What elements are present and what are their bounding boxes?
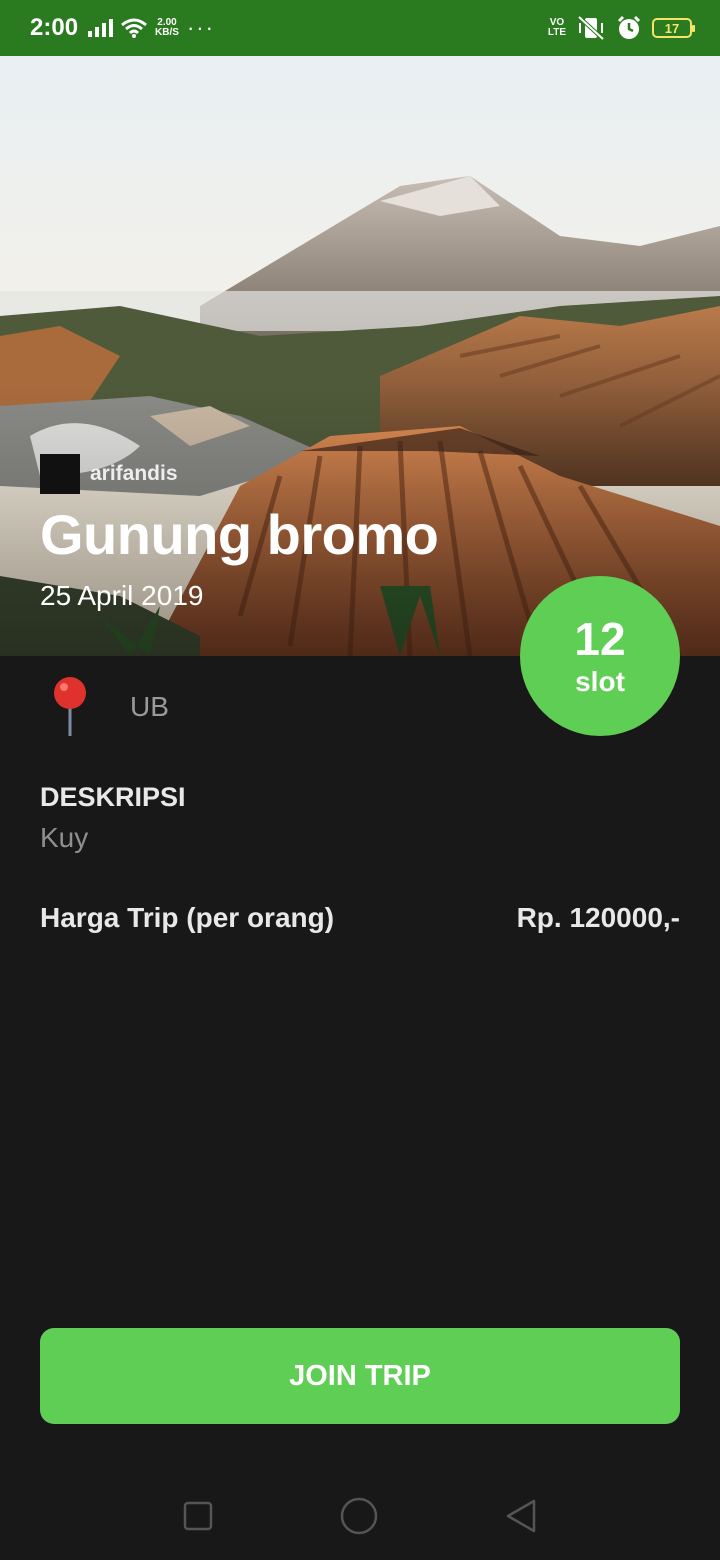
net-speed-unit: KB/S [155, 27, 179, 38]
slot-count: 12 [574, 613, 626, 665]
circle-icon[interactable] [339, 1496, 379, 1536]
battery-icon: 17 [652, 18, 695, 38]
signal-icon [88, 19, 114, 37]
price-row: Harga Trip (per orang) Rp. 120000,- [40, 902, 680, 934]
status-bar: 2:00 2.00 KB/S ··· VO LTE 17 [0, 0, 720, 56]
alarm-icon [617, 15, 641, 39]
trip-date: 25 April 2019 [40, 580, 204, 611]
volte-bottom: LTE [547, 27, 566, 38]
join-trip-button[interactable]: JOIN TRIP [40, 1328, 680, 1424]
status-left-icons: 2.00 KB/S ··· [88, 15, 215, 40]
location-row[interactable]: UB [50, 676, 169, 738]
pin-icon [54, 677, 86, 736]
volte-icon: VO LTE [548, 18, 566, 38]
system-nav-bar [0, 1472, 720, 1560]
avatar[interactable] [40, 454, 80, 494]
status-right-icons: VO LTE 17 [548, 15, 695, 41]
wifi-icon [121, 18, 148, 38]
slot-badge: 12 slot [520, 576, 680, 736]
price-value: Rp. 120000,- [516, 902, 680, 933]
trip-cover-image: arifandis Gunung bromo 25 April 2019 [0, 56, 720, 656]
triangle-back-icon[interactable] [504, 1498, 538, 1534]
description-text: Kuy [40, 822, 89, 853]
author-row[interactable]: arifandis [40, 454, 178, 494]
trip-title: Gunung bromo [40, 503, 439, 566]
description-label: DESKRIPSI [40, 782, 186, 812]
author-name[interactable]: arifandis [90, 462, 178, 486]
slot-unit: slot [575, 666, 625, 697]
price-label: Harga Trip (per orang) [40, 902, 335, 933]
status-time: 2:00 [30, 14, 79, 41]
net-speed: 2.00 KB/S [155, 18, 179, 38]
mute-vibrate-icon [577, 15, 605, 41]
location-text: UB [130, 691, 169, 722]
square-icon[interactable] [182, 1500, 214, 1532]
overflow-dots: ··· [186, 15, 215, 40]
